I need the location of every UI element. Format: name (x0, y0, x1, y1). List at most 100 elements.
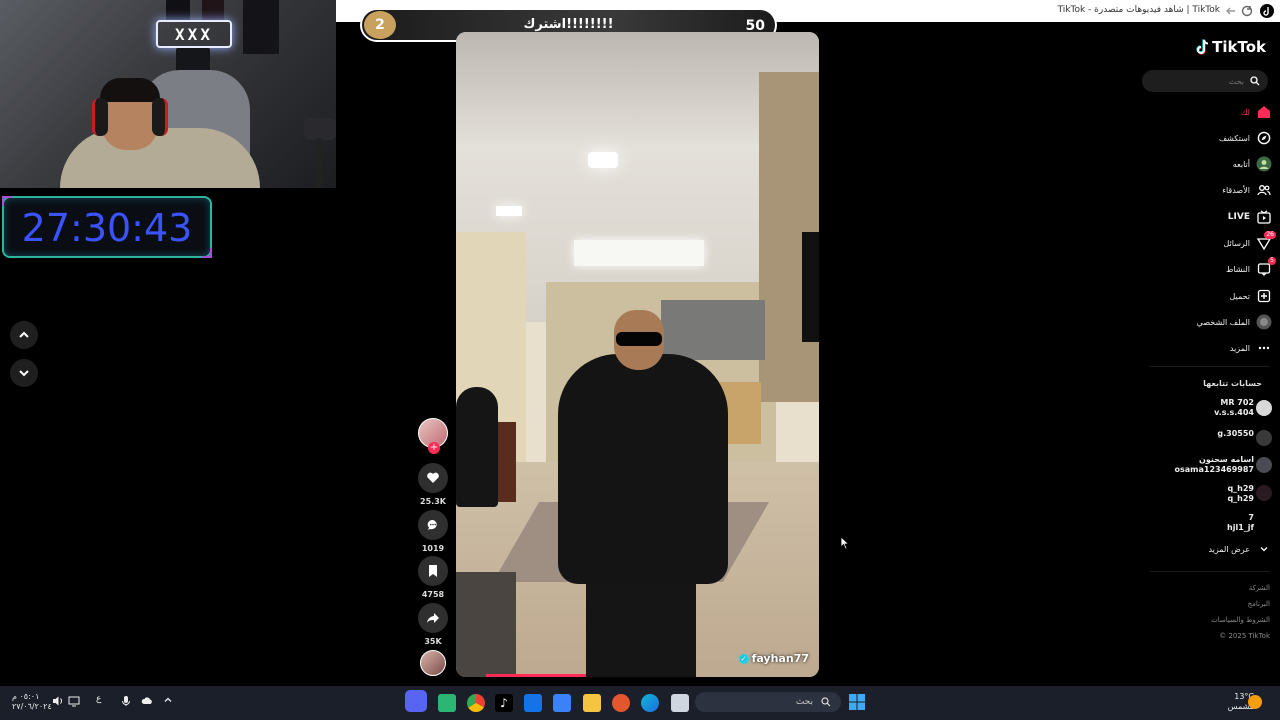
app-icon[interactable] (438, 694, 456, 712)
timer-value: 27:30:43 (21, 206, 193, 250)
account-name: q_h29 (1227, 484, 1254, 493)
bookmark-icon (427, 564, 439, 578)
footer-link-company[interactable]: الشركة (1211, 580, 1270, 596)
account-name: اسامه سحنون (1199, 455, 1254, 464)
share-action[interactable]: 35K (416, 603, 450, 646)
chevron-up-icon[interactable] (163, 695, 173, 705)
nav-item-for-you[interactable]: لك (1241, 103, 1272, 121)
refresh-icon[interactable] (1240, 4, 1254, 18)
avatar[interactable] (1256, 457, 1272, 473)
home-icon (1256, 104, 1272, 120)
volume-icon[interactable] (52, 695, 64, 707)
windows-taskbar (0, 686, 1280, 720)
following-account[interactable]: 7 hjl1_jf (1227, 513, 1254, 533)
chrome-icon[interactable] (467, 694, 485, 712)
avatar: + (418, 418, 448, 454)
ceiling-light (496, 206, 522, 216)
nav-item-live[interactable]: LIVE (1228, 208, 1272, 226)
sound-disc-button[interactable] (416, 650, 450, 676)
see-more-button[interactable]: عرض المزيد (1208, 540, 1272, 558)
chevron-up-icon (18, 329, 30, 341)
footer-copyright: © 2025 TikTok (1219, 632, 1270, 640)
search-input[interactable] (1154, 76, 1244, 86)
nav-item-explore[interactable]: استكشف (1219, 129, 1272, 147)
save-action[interactable]: 4758 (416, 556, 450, 599)
edge-icon[interactable] (641, 694, 659, 712)
messages-icon: 26 (1256, 231, 1276, 251)
chevron-down-icon (18, 367, 30, 379)
nav-label: تحميل (1229, 291, 1251, 301)
file-explorer-icon[interactable] (583, 694, 601, 712)
video-author[interactable]: ✓ fayhan77 (738, 652, 809, 665)
comment-action[interactable]: 1019 (416, 510, 450, 553)
account-handle: v.s.s.404 (1214, 408, 1254, 417)
following-account[interactable]: q_h29 q_h29 (1227, 484, 1254, 504)
nav-item-profile[interactable]: الملف الشخصي (1197, 313, 1272, 331)
footer-links: الشركة البرنامج الشروط والسياسات © 2025 … (1211, 580, 1270, 644)
notepad-icon[interactable] (671, 694, 689, 712)
friends-icon (1256, 182, 1272, 198)
following-section-title: حسابات تتابعها (1203, 379, 1262, 388)
nav-item-messages[interactable]: 26 الرسائل (1224, 231, 1276, 252)
creator-avatar-button[interactable]: + (416, 418, 450, 454)
mic-stand (316, 138, 322, 188)
discord-icon[interactable] (405, 690, 427, 712)
avatar[interactable] (1256, 400, 1272, 416)
footer-link-program[interactable]: البرنامج (1211, 596, 1270, 612)
taskbar-search-label: بحث (795, 697, 813, 707)
taskbar-search[interactable]: بحث (695, 692, 841, 712)
taskbar-clock[interactable]: ٠٥:٠١ م ٢٧/٠٦/٢٠٢٤ (12, 692, 52, 712)
share-button[interactable] (418, 603, 448, 633)
video-player[interactable]: ✓ fayhan77 (456, 32, 819, 677)
footer-link-terms[interactable]: الشروط والسياسات (1211, 612, 1270, 628)
back-icon[interactable] (1224, 4, 1238, 18)
following-account[interactable]: اسامه سحنون osama123469987 (1175, 455, 1255, 475)
following-account[interactable]: g.30550 (1217, 429, 1254, 439)
next-video-button[interactable] (10, 359, 38, 387)
comment-button[interactable] (418, 510, 448, 540)
tiktok-note-icon (1196, 39, 1210, 55)
comment-icon (426, 518, 440, 532)
verified-icon: ✓ (738, 653, 749, 664)
save-button[interactable] (418, 556, 448, 586)
live-icon (1256, 209, 1272, 225)
nav-item-upload[interactable]: تحميل (1230, 287, 1273, 305)
store-icon[interactable] (553, 694, 571, 712)
nav-label: LIVE (1227, 212, 1250, 222)
account-name: MR 702 (1220, 398, 1254, 407)
search-bar[interactable] (1142, 70, 1268, 92)
weather-sun-icon (1248, 695, 1262, 709)
tab-title[interactable]: TikTok | شاهد فيديوهات متصدرة - TikTok (1058, 5, 1220, 15)
more-icon (1256, 340, 1272, 356)
tiktok-logo[interactable]: TikTok (1196, 38, 1266, 56)
share-count: 35K (424, 637, 442, 646)
previous-video-button[interactable] (10, 321, 38, 349)
person-legs (586, 572, 696, 677)
mail-icon[interactable] (524, 694, 542, 712)
microphone-icon[interactable] (120, 695, 132, 707)
nav-item-activity[interactable]: 5 النشاط (1226, 257, 1276, 278)
nav-item-more[interactable]: المزيد (1230, 339, 1272, 357)
search-icon[interactable] (1250, 76, 1260, 86)
profile-icon (1256, 314, 1272, 330)
language-indicator[interactable]: ع (96, 694, 101, 704)
nav-item-following[interactable]: أتابعه (1233, 155, 1272, 173)
avatar[interactable] (1256, 430, 1272, 446)
windows-start-icon[interactable] (849, 694, 865, 710)
video-progress-bar[interactable] (486, 674, 586, 677)
following-account[interactable]: MR 702 v.s.s.404 (1214, 398, 1254, 418)
headphones-right (152, 98, 168, 136)
account-handle: q_h29 (1227, 494, 1254, 503)
timer-corner (2, 196, 12, 206)
display-icon[interactable] (68, 695, 80, 707)
like-action[interactable]: 25.3K (416, 463, 450, 506)
browser-icon[interactable] (612, 694, 630, 712)
cloud-icon[interactable] (141, 695, 153, 707)
wall-poster (202, 0, 224, 22)
like-button[interactable] (418, 463, 448, 493)
tiktok-taskbar-icon[interactable]: ♪ (495, 694, 513, 712)
nav-item-friends[interactable]: الأصدقاء (1222, 181, 1272, 199)
video-author-name: fayhan77 (751, 652, 809, 665)
follow-plus-icon[interactable]: + (428, 442, 440, 454)
avatar[interactable] (1256, 485, 1272, 501)
